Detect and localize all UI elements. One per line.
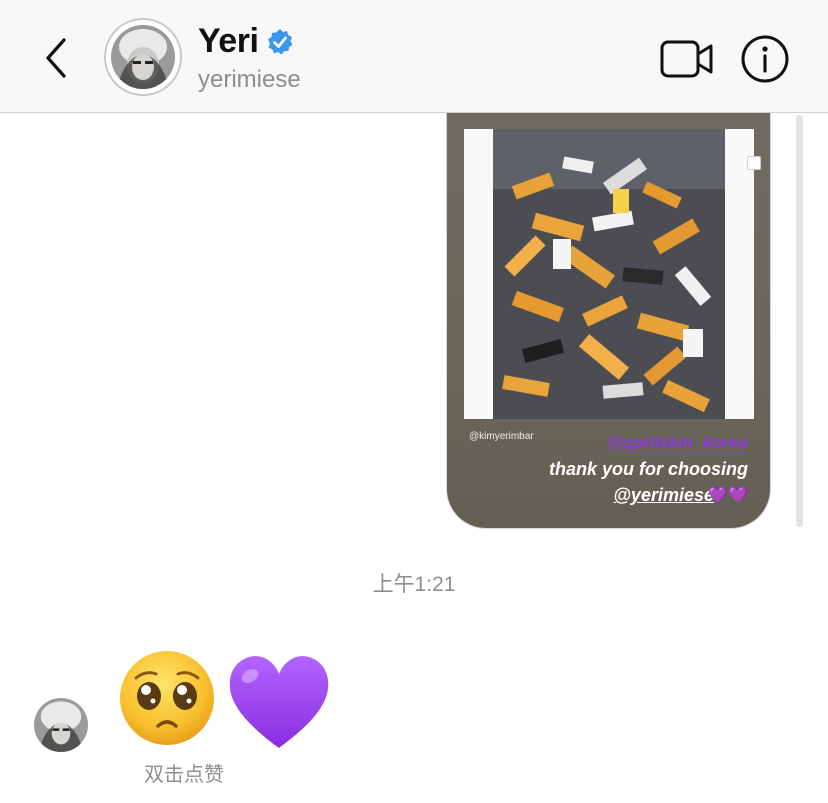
message-timestamp: 上午1:21 <box>372 573 456 596</box>
info-button[interactable] <box>740 34 790 84</box>
video-camera-icon <box>660 40 713 78</box>
contact-name: Yeri <box>198 22 259 60</box>
scrollbar[interactable] <box>796 115 803 527</box>
chevron-left-icon <box>46 38 66 78</box>
story-reply-card[interactable]: @kimyerimbar @aprilskin_korea thank you … <box>446 113 771 529</box>
story-credit: @kimyerimbar <box>469 431 534 442</box>
story-caption: thank you for choosing <box>548 459 748 479</box>
header-title-row[interactable]: Yeri <box>198 22 294 61</box>
story-sticker-box <box>747 156 761 170</box>
story-mention-yerimiese: @yerimiese <box>613 485 714 505</box>
emoji-message[interactable] <box>118 648 334 752</box>
story-heart-emojis: 💜💜 <box>708 487 748 504</box>
story-photo-frame <box>464 129 761 419</box>
header-avatar[interactable] <box>104 18 182 96</box>
double-tap-like-hint: 双击点赞 <box>144 764 224 786</box>
info-circle-icon <box>741 35 789 83</box>
video-call-button[interactable] <box>660 38 714 80</box>
story-photo <box>493 129 725 419</box>
profile-photo <box>111 25 175 89</box>
back-button[interactable] <box>38 36 74 80</box>
verified-badge-icon <box>268 28 293 54</box>
thread-header: Yeri yerimiese <box>0 0 828 113</box>
pleading-face-emoji <box>120 651 214 745</box>
contact-handle: yerimiese <box>198 66 301 93</box>
sender-avatar[interactable] <box>34 698 88 752</box>
story-mention-tag: @aprilskin_korea <box>606 433 748 452</box>
purple-heart-emoji <box>229 656 329 748</box>
dm-thread-screen: Yeri yerimiese @kimyerimbar @aprilskin_k… <box>0 0 828 803</box>
